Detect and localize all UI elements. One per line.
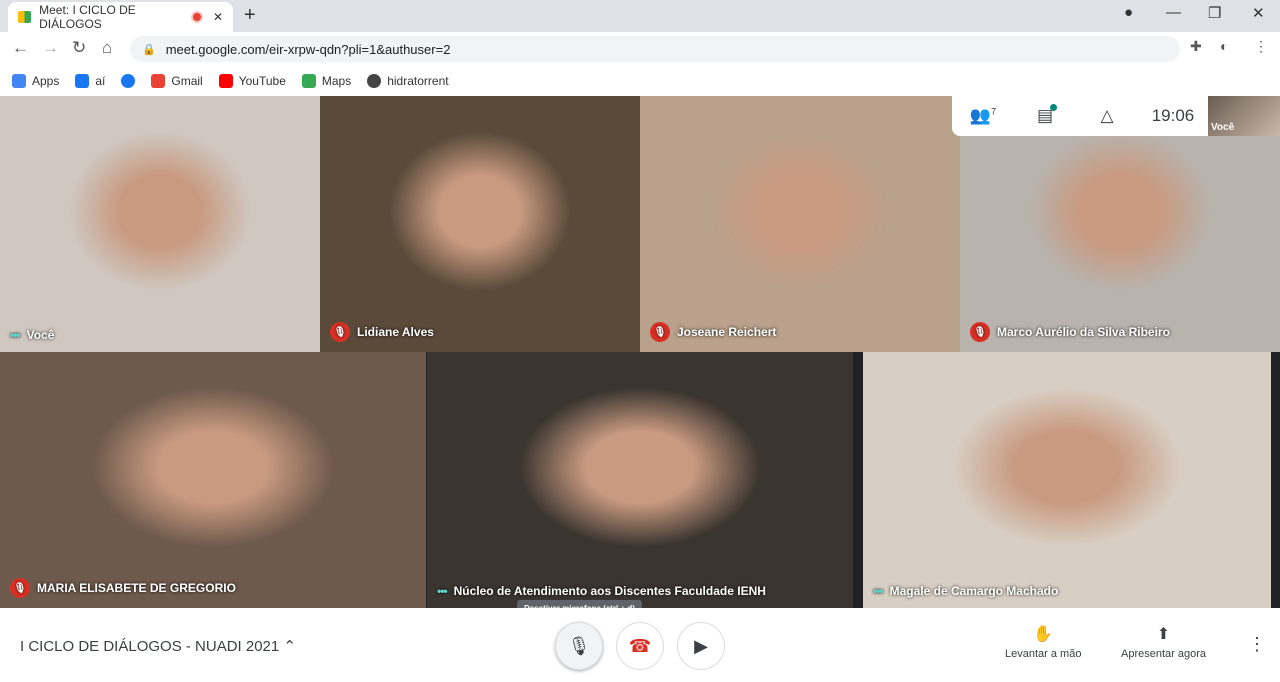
home-icon[interactable]: ⌂ — [102, 38, 112, 58]
bookmark-facebook-ai[interactable]: aí — [75, 74, 105, 88]
participant-name: ••• Núcleo de Atendimento aos Discentes F… — [437, 584, 766, 598]
meeting-name[interactable]: I CICLO DE DIÁLOGOS - NUADI 2021 ⌃ — [20, 637, 296, 655]
participant-tile[interactable]: 🎙 Joseane Reichert — [640, 96, 960, 352]
participant-count: 7 — [991, 106, 997, 117]
present-icon: ⬆ — [1156, 626, 1171, 643]
profile-avatar[interactable]: ◐ — [1220, 38, 1228, 54]
browser-toolbar: ← → ↻ ⌂ 🔒 meet.google.com/eir-xrpw-qdn?p… — [0, 32, 1280, 66]
camera-button[interactable]: ▶ — [677, 622, 725, 670]
participant-name: 🎙 Marco Aurélio da Silva Ribeiro — [970, 322, 1170, 342]
participant-tile[interactable]: ••• Você — [0, 96, 320, 352]
activities-button[interactable]: △ — [1076, 106, 1138, 126]
bookmark-youtube[interactable]: YouTube — [218, 74, 286, 88]
chat-button[interactable]: ▤ — [1014, 104, 1076, 126]
bookmark-gmail[interactable]: Gmail — [151, 74, 203, 88]
bookmark-label: YouTube — [238, 74, 286, 88]
participant-name-text: MARIA ELISABETE DE GREGORIO — [37, 581, 236, 595]
bookmark-maps[interactable]: Maps — [301, 74, 352, 88]
participant-name: ••• Magale de Camargo Machado — [873, 584, 1058, 598]
microphone-button[interactable]: 🎙 — [555, 622, 603, 670]
participant-name-text: Núcleo de Atendimento aos Discentes Facu… — [453, 584, 766, 598]
mic-off-icon: 🎙 — [10, 578, 30, 598]
menu-icon[interactable]: ⋮ — [1254, 38, 1268, 55]
participant-name-text: Joseane Reichert — [677, 325, 777, 339]
clock: 19:06 — [1151, 106, 1195, 125]
tab-bar: Meet: I CICLO DE DIÁLOGOS ✕ + ● — ❐ ✕ — [0, 0, 1280, 32]
meeting-info-bar: 👥7 ▤ △ 19:06 Você — [952, 96, 1280, 136]
url-text: meet.google.com/eir-xrpw-qdn?pli=1&authu… — [165, 41, 451, 57]
participant-name: ••• Você — [10, 328, 54, 342]
microphone-icon: 🎙 — [567, 635, 591, 656]
raise-hand-label: Levantar a mão — [1005, 648, 1082, 660]
recording-icon — [191, 11, 203, 23]
bookmark-label: Apps — [32, 74, 60, 88]
mic-off-icon: 🎙 — [970, 322, 990, 342]
bookmark-label: Maps — [321, 74, 352, 88]
facebook-icon — [75, 74, 90, 88]
participant-name: 🎙 Joseane Reichert — [650, 322, 776, 342]
hangup-icon: ☎ — [628, 635, 652, 656]
mic-off-icon: 🎙 — [330, 322, 350, 342]
back-icon[interactable]: ← — [12, 38, 29, 58]
participant-tile[interactable]: 🎙 Lidiane Alves — [320, 96, 640, 352]
self-preview[interactable]: Você — [1208, 96, 1280, 136]
tab-title: Meet: I CICLO DE DIÁLOGOS — [39, 3, 136, 31]
restore-button[interactable]: ❐ — [1208, 4, 1221, 22]
profile-dropdown-icon[interactable]: ● — [1124, 4, 1133, 21]
forward-icon[interactable]: → — [42, 38, 59, 58]
participant-name-text: Lidiane Alves — [357, 325, 434, 339]
reload-icon[interactable]: ↻ — [72, 38, 86, 58]
leave-call-button[interactable]: ☎ — [616, 622, 664, 670]
participant-name: 🎙 Lidiane Alves — [330, 322, 434, 342]
bookmark-label: Gmail — [171, 74, 203, 88]
audio-level-icon: ••• — [10, 328, 21, 342]
participants-button[interactable]: 👥7 — [952, 106, 1014, 126]
participant-name-text: Você — [26, 328, 55, 342]
meeting-title: I CICLO DE DIÁLOGOS - NUADI 2021 — [20, 638, 280, 655]
bookmark-facebook[interactable] — [121, 74, 136, 88]
apps-icon — [12, 74, 26, 88]
youtube-icon — [218, 74, 233, 88]
camera-icon: ▶ — [694, 635, 708, 656]
hand-icon: ✋ — [1033, 626, 1054, 643]
bookmark-label: aí — [95, 74, 106, 88]
new-tab-button[interactable]: + — [244, 4, 256, 27]
mic-off-icon: 🎙 — [650, 322, 670, 342]
gmail-icon — [151, 74, 166, 88]
participant-tile[interactable]: ••• Magale de Camargo Machado — [863, 352, 1271, 608]
facebook-icon — [121, 74, 136, 88]
meet-logo-icon — [18, 11, 32, 23]
close-window-button[interactable]: ✕ — [1252, 4, 1265, 22]
audio-level-icon: ••• — [437, 584, 448, 598]
bookmarks-bar: Apps aí Gmail YouTube Maps hidratorrent — [0, 66, 1280, 96]
address-bar[interactable]: 🔒 meet.google.com/eir-xrpw-qdn?pli=1&aut… — [130, 36, 1180, 62]
minimize-button[interactable]: — — [1166, 4, 1181, 21]
extensions-icon[interactable]: ✚ — [1190, 38, 1202, 55]
lock-icon: 🔒 — [142, 43, 156, 56]
bookmark-apps[interactable]: Apps — [12, 74, 59, 88]
audio-level-icon: ••• — [873, 584, 884, 598]
bookmark-label: hidratorrent — [387, 74, 449, 88]
present-now-button[interactable]: ⬆ Apresentar agora — [1121, 624, 1206, 660]
present-label: Apresentar agora — [1121, 648, 1206, 660]
participant-tile[interactable]: ••• Núcleo de Atendimento aos Discentes F… — [427, 352, 853, 608]
self-label: Você — [1211, 122, 1235, 133]
control-bar: I CICLO DE DIÁLOGOS - NUADI 2021 ⌃ 🎙 ☎ ▶… — [0, 608, 1280, 682]
participant-name-text: Magale de Camargo Machado — [889, 584, 1059, 598]
raise-hand-button[interactable]: ✋ Levantar a mão — [1005, 624, 1081, 660]
browser-tab[interactable]: Meet: I CICLO DE DIÁLOGOS ✕ — [8, 2, 233, 32]
close-tab-icon[interactable]: ✕ — [213, 10, 223, 24]
participant-name: 🎙 MARIA ELISABETE DE GREGORIO — [10, 578, 236, 598]
more-options-icon[interactable]: ⋮ — [1248, 634, 1266, 655]
bookmark-hidratorrent[interactable]: hidratorrent — [367, 74, 449, 88]
video-grid: ••• Você 🎙 Lidiane Alves 🎙 Joseane Reichert… — [0, 96, 1280, 608]
chevron-up-icon[interactable]: ⌃ — [283, 638, 296, 655]
participant-name-text: Marco Aurélio da Silva Ribeiro — [997, 325, 1170, 339]
participant-tile[interactable]: 🎙 MARIA ELISABETE DE GREGORIO — [0, 352, 426, 608]
maps-icon — [301, 74, 316, 88]
hidratorrent-icon — [367, 74, 382, 88]
chat-notification-dot — [1050, 104, 1057, 111]
